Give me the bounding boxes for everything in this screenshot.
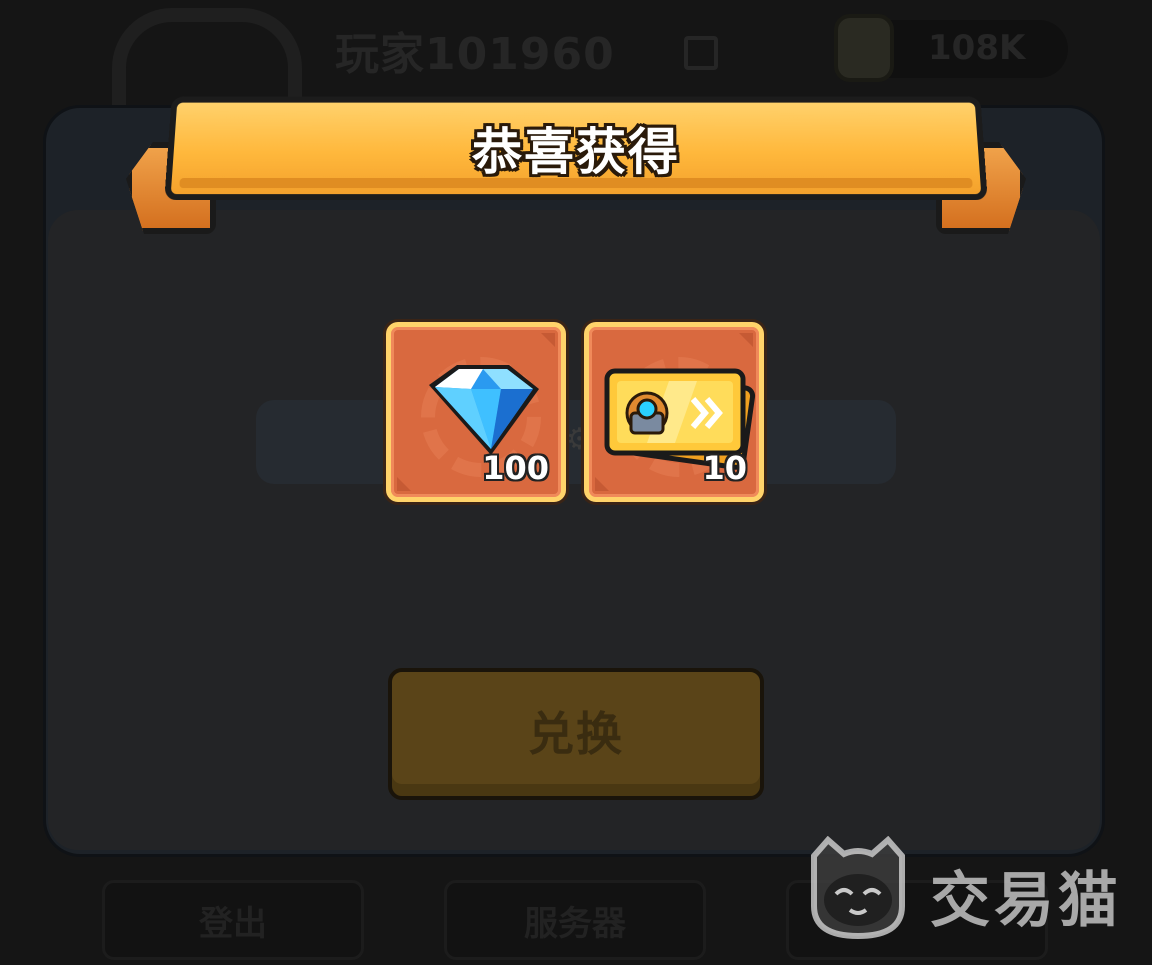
reward-quantity: 100 — [482, 449, 549, 487]
watermark-text: 交易猫 — [930, 866, 1122, 936]
fist-icon — [834, 14, 894, 82]
edit-name-icon — [684, 36, 718, 70]
reward-quantity: 10 — [702, 449, 747, 487]
dialog-title: 恭喜获得 — [472, 123, 680, 181]
exchange-button[interactable]: 兑换 — [388, 668, 764, 800]
reward-item-diamond[interactable]: 100 — [386, 322, 566, 502]
player-name: 玩家101960 — [335, 29, 615, 80]
power-value: 108K — [928, 28, 1026, 68]
logout-button: 登出 — [102, 880, 364, 960]
background-header: 玩家101960 108K — [0, 0, 1152, 128]
reward-item-ticket[interactable]: 10 — [584, 322, 764, 502]
cat-logo-icon — [811, 836, 905, 940]
server-button: 服务器 — [444, 880, 706, 960]
